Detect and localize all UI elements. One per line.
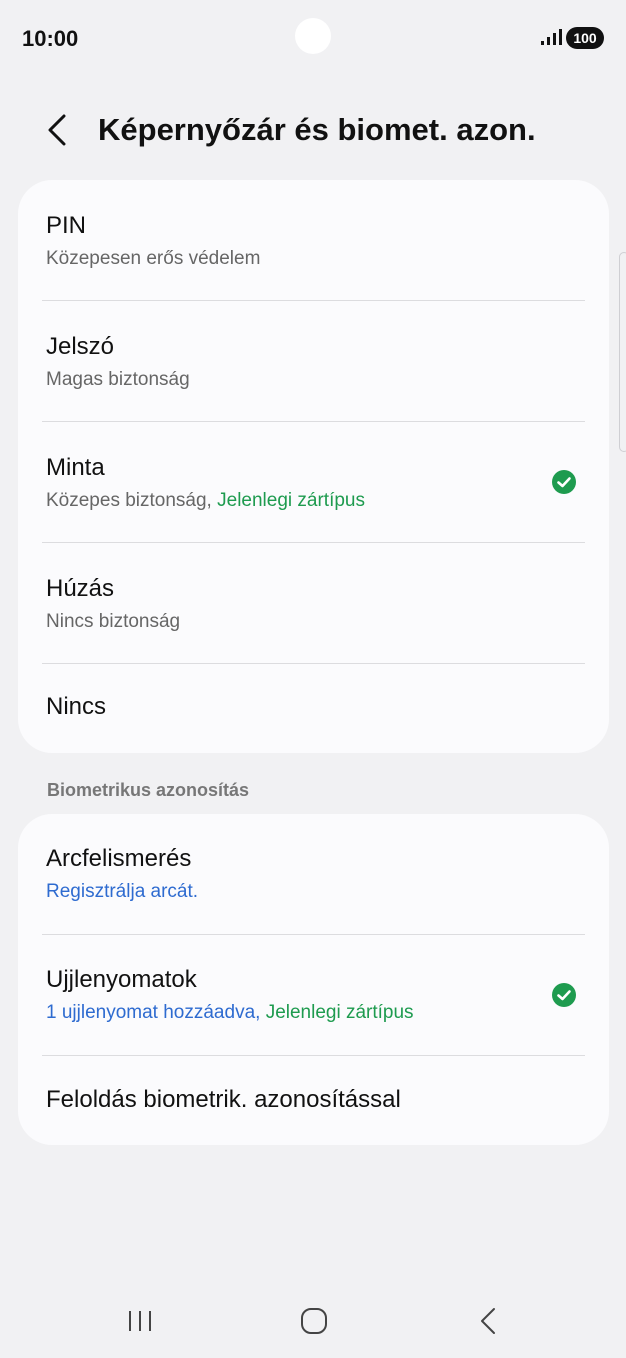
item-subtitle: Közepesen erős védelem [46,248,261,269]
recents-icon[interactable] [120,1301,160,1341]
chevron-left-icon[interactable] [44,112,70,148]
biometric-unlock-option[interactable]: Feloldás biometrik. azonosítással [18,1056,609,1145]
signal-icon [541,29,562,45]
page-title: Képernyőzár és biomet. azon. [98,112,536,147]
battery-indicator: 100 [566,27,604,49]
header: Képernyőzár és biomet. azon. [0,90,626,170]
item-title: Feloldás biometrik. azonosítással [46,1086,401,1113]
item-subtitle: Közepes biztonság, Jelenlegi zártípus [46,490,365,511]
lock-option-pattern[interactable]: Minta Közepes biztonság, Jelenlegi zártí… [18,422,609,542]
camera-cutout [295,18,331,54]
item-subtitle: Nincs biztonság [46,611,181,632]
item-subtitle: Magas biztonság [46,369,190,390]
back-icon[interactable] [468,1301,508,1341]
item-title: Nincs [46,693,107,720]
item-title: Jelszó [46,333,115,360]
item-subtitle: Regisztrálja arcát. [46,881,199,902]
item-title: Húzás [46,575,115,602]
current-lock-label: Jelenlegi zártípus [217,490,365,511]
status-time: 10:00 [22,26,79,51]
check-circle-icon [552,470,576,494]
item-subtitle: 1 ujjlenyomat hozzáadva, Jelenlegi zártí… [46,1002,414,1023]
home-icon[interactable] [294,1301,334,1341]
lock-option-none[interactable]: Nincs [18,664,609,753]
status-bar: 10:00 100 [0,0,626,78]
current-lock-label: Jelenlegi zártípus [265,1002,414,1023]
lock-options-card: PIN Közepesen erős védelem Jelszó Magas … [18,180,609,753]
biometrics-card: Arcfelismerés Regisztrálja arcát. Ujjlen… [18,814,609,1145]
biometric-fingerprints[interactable]: Ujjlenyomatok 1 ujjlenyomat hozzáadva, J… [18,935,609,1055]
item-title: PIN [46,212,87,239]
scroll-handle[interactable] [619,252,626,452]
biometric-face-recognition[interactable]: Arcfelismerés Regisztrálja arcát. [18,814,609,934]
item-title: Ujjlenyomatok [46,966,197,993]
check-circle-icon [552,983,576,1007]
section-header-biometrics: Biometrikus azonosítás [47,780,250,800]
lock-option-password[interactable]: Jelszó Magas biztonság [18,301,609,421]
item-title: Arcfelismerés [46,845,192,872]
navigation-bar [0,1285,626,1358]
lock-option-swipe[interactable]: Húzás Nincs biztonság [18,543,609,663]
item-title: Minta [46,454,105,481]
lock-option-pin[interactable]: PIN Közepesen erős védelem [18,180,609,300]
